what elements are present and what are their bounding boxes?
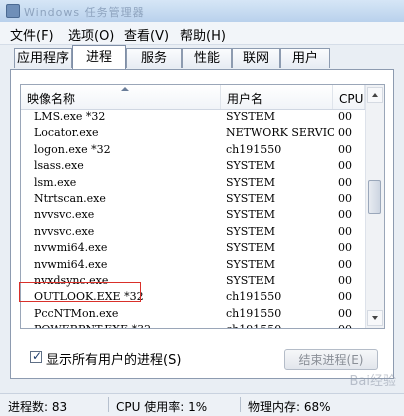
checkmark-icon: ✓ [32,349,43,363]
process-user: ch191550 [226,290,282,304]
column-header-cpu[interactable]: CPU [333,85,365,109]
menu-bar: 文件(F) 选项(O) 查看(V) 帮助(H) [0,22,404,45]
process-user: SYSTEM [226,175,275,189]
scroll-down-arrow-icon[interactable] [367,310,383,326]
process-cpu: 00 [338,322,362,328]
table-row[interactable]: nvwmi64.exe SYSTEM 00 [21,240,365,256]
process-user: SYSTEM [226,191,275,205]
process-name: LMS.exe *32 [34,110,106,123]
table-row[interactable]: LMS.exe *32 SYSTEM 00 [21,109,365,125]
table-row[interactable]: nvvsvc.exe SYSTEM 00 [21,207,365,223]
tab-applications[interactable]: 应用程序 [14,48,72,68]
table-row[interactable]: POWERPNT.EXE *32 ch191550 00 [21,322,365,328]
status-divider [108,397,109,412]
sort-ascending-icon [121,87,129,91]
table-row[interactable]: Locator.exe NETWORK SERVICE 00 [21,125,365,141]
process-user: SYSTEM [226,241,275,255]
process-name: POWERPNT.EXE *32 [34,322,219,328]
vertical-scrollbar[interactable] [365,85,384,328]
end-process-button[interactable]: 结束进程(E) [284,349,378,370]
status-cpu-usage: CPU 使用率: 1% [116,400,208,414]
tab-users[interactable]: 用户 [280,48,330,68]
process-cpu: 00 [338,208,352,222]
process-user: ch191550 [226,306,282,320]
menu-view[interactable]: 查看(V) [124,25,169,44]
menu-options[interactable]: 选项(O) [68,25,114,44]
process-cpu: 00 [338,224,352,238]
table-row[interactable]: nvwmi64.exe SYSTEM 00 [21,257,365,273]
process-name: PccNTMon.exe [34,306,119,320]
table-row[interactable]: logon.exe *32 ch191550 00 [21,142,365,158]
status-process-count: 进程数: 83 [8,400,68,414]
process-name: Ntrtscan.exe [34,191,106,205]
process-cpu: 00 [338,257,352,271]
process-name: lsass.exe [34,159,84,173]
process-name: logon.exe *32 [34,142,111,156]
column-header-label: CPU [339,92,364,106]
tab-strip: 应用程序 进程 服务 性能 联网 用户 [10,45,400,70]
process-user: SYSTEM [226,208,275,222]
watermark: Bai经验 [349,374,397,389]
list-header: 映像名称 用户名 CPU [21,85,365,110]
table-row[interactable]: nvvsvc.exe SYSTEM 00 [21,224,365,240]
process-cpu: 00 [338,290,352,304]
process-user: NETWORK SERVICE [226,126,334,140]
process-name: OUTLOOK.EXE *32 [34,290,144,304]
task-manager-icon [6,4,20,18]
process-cpu: 00 [338,241,352,255]
tab-networking[interactable]: 联网 [232,48,280,68]
column-header-label: 用户名 [227,92,264,106]
process-user: SYSTEM [226,273,275,287]
table-row[interactable]: lsm.exe SYSTEM 00 [21,175,365,191]
process-name: nvwmi64.exe [34,241,108,255]
process-user: SYSTEM [226,110,275,123]
scroll-up-arrow-icon[interactable] [367,87,383,103]
column-header-label: 映像名称 [27,92,76,106]
process-cpu: 00 [338,306,352,320]
process-cpu: 00 [338,110,352,123]
tab-services[interactable]: 服务 [126,48,182,68]
process-user: SYSTEM [226,257,275,271]
process-cpu: 00 [338,191,352,205]
menu-help[interactable]: 帮助(H) [180,25,226,44]
column-header-image-name[interactable]: 映像名称 [21,85,221,109]
status-divider [240,397,241,412]
process-name: Locator.exe [34,126,99,140]
tab-performance[interactable]: 性能 [182,48,232,68]
table-row[interactable]: lsass.exe SYSTEM 00 [21,158,365,174]
checkbox-box[interactable]: ✓ [30,349,43,363]
process-name: nvvsvc.exe [34,208,95,222]
table-row[interactable]: Ntrtscan.exe SYSTEM 00 [21,191,365,207]
status-memory: 物理内存: 68% [248,400,331,414]
process-list[interactable]: 映像名称 用户名 CPU LMS.exe *32 SYSTEM 00 Locator.… [20,84,385,329]
process-cpu: 00 [338,142,352,156]
scrollbar-thumb[interactable] [368,180,381,214]
status-bar: 进程数: 83 CPU 使用率: 1% 物理内存: 68% [0,393,404,416]
process-user: ch191550 [226,142,282,156]
process-cpu: 00 [338,159,352,173]
process-name: nvvsvc.exe [34,224,95,238]
table-row[interactable]: OUTLOOK.EXE *32 ch191550 00 [21,289,365,305]
checkbox-label[interactable]: 显示所有用户的进程(S) [46,349,181,368]
process-user: SYSTEM [226,159,275,173]
process-name: lsm.exe [34,175,77,189]
table-row[interactable]: PccNTMon.exe ch191550 00 [21,306,365,322]
column-header-user-name[interactable]: 用户名 [221,85,333,109]
process-user: SYSTEM [226,224,275,238]
window-title: Windows 任务管理器 [24,6,145,19]
tab-processes[interactable]: 进程 [72,45,126,69]
process-user: ch191550 [226,322,334,328]
title-bar: Windows 任务管理器 [0,0,404,23]
process-name: nvwmi64.exe [34,257,108,271]
menu-file[interactable]: 文件(F) [10,25,54,44]
table-row[interactable]: nvxdsync.exe SYSTEM 00 [21,273,365,289]
process-name: nvxdsync.exe [34,273,109,287]
process-cpu: 00 [338,273,352,287]
process-rows: LMS.exe *32 SYSTEM 00 Locator.exe NETWORK SE… [21,109,365,328]
process-cpu: 00 [338,175,352,189]
process-cpu: 00 [338,126,352,140]
